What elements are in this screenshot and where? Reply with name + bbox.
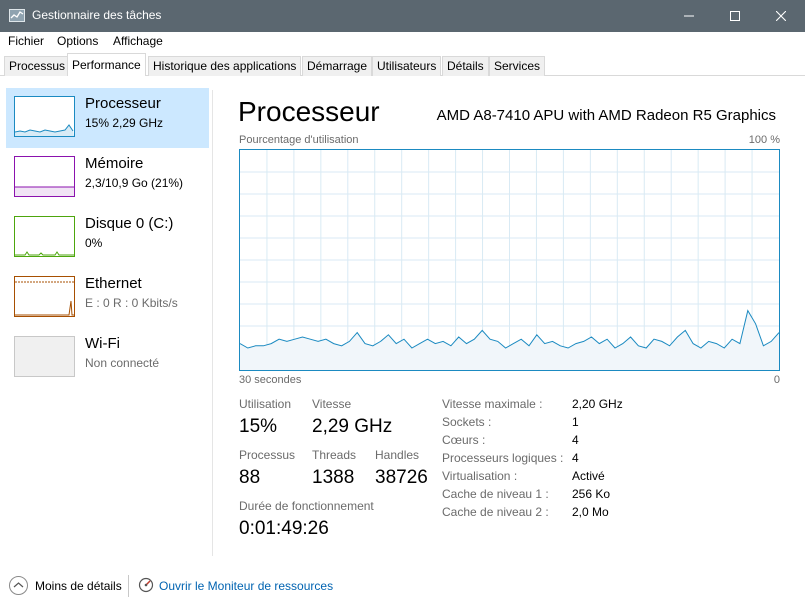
graph-max-label: 100 %	[748, 134, 780, 146]
handles-label: Handles	[375, 448, 420, 462]
detail-value: 256 Ko	[572, 487, 611, 501]
uptime-label: Durée de fonctionnement	[239, 499, 374, 513]
menu-affichage[interactable]: Affichage	[113, 34, 163, 48]
resource-monitor-link[interactable]: Ouvrir le Moniteur de ressources	[159, 579, 333, 593]
threads-label: Threads	[312, 448, 357, 462]
handles-value: 38726	[375, 467, 428, 488]
minimize-button[interactable]	[666, 0, 712, 32]
detail-label: Virtualisation :	[442, 469, 518, 483]
sidebar-item-value: E : 0 R : 0 Kbits/s	[85, 296, 178, 310]
sidebar-item-wifi[interactable]: Wi-Fi Non connecté	[6, 328, 209, 388]
sidebar-item-label: Wi-Fi	[85, 335, 120, 352]
cpu-model: AMD A8-7410 APU with AMD Radeon R5 Graph…	[436, 107, 776, 124]
graph-title: Pourcentage d'utilisation	[239, 134, 359, 146]
tab-details[interactable]: Détails	[442, 56, 489, 76]
detail-value: 4	[572, 433, 579, 447]
menu-fichier[interactable]: Fichier	[8, 34, 44, 48]
threads-value: 1388	[312, 467, 355, 488]
less-details-button[interactable]: Moins de détails	[35, 579, 122, 593]
ethernet-thumbnail-graph	[14, 276, 75, 317]
sidebar-item-value: 15% 2,29 GHz	[85, 116, 164, 130]
detail-value: 2,0 Mo	[572, 505, 609, 519]
detail-label: Cœurs :	[442, 433, 486, 447]
tab-processus[interactable]: Processus	[4, 56, 71, 76]
sidebar-item-value: Non connecté	[85, 356, 160, 370]
sidebar-item-value: 0%	[85, 236, 103, 250]
sidebar-item-memoire[interactable]: Mémoire 2,3/10,9 Go (21%)	[6, 148, 209, 208]
processus-label: Processus	[239, 448, 296, 462]
menu-options[interactable]: Options	[57, 34, 98, 48]
disk-thumbnail-graph	[14, 216, 75, 257]
vitesse-value: 2,29 GHz	[312, 416, 393, 437]
sidebar-item-label: Mémoire	[85, 155, 144, 172]
detail-value: Activé	[572, 469, 605, 483]
detail-value: 1	[572, 415, 579, 429]
memory-thumbnail-graph	[14, 156, 75, 197]
detail-value: 4	[572, 451, 579, 465]
title-bar: Gestionnaire des tâches	[0, 0, 805, 32]
resource-monitor-icon	[138, 577, 154, 593]
cpu-usage-svg	[239, 150, 780, 370]
sidebar-item-ethernet[interactable]: Ethernet E : 0 R : 0 Kbits/s	[6, 268, 209, 328]
cpu-thumbnail-graph	[14, 96, 75, 137]
sidebar-item-label: Ethernet	[85, 275, 142, 292]
window-title: Gestionnaire des tâches	[32, 8, 162, 22]
utilisation-label: Utilisation	[239, 397, 292, 411]
tab-demarrage[interactable]: Démarrage	[302, 56, 373, 76]
tab-utilisateurs[interactable]: Utilisateurs	[372, 56, 442, 76]
sidebar-divider	[212, 90, 213, 556]
tab-performance[interactable]: Performance	[67, 53, 146, 77]
tab-historique[interactable]: Historique des applications	[148, 56, 302, 76]
task-manager-icon	[9, 9, 25, 22]
uptime-value: 0:01:49:26	[239, 518, 329, 539]
detail-label: Vitesse maximale :	[442, 397, 543, 411]
x-axis-right-label: 0	[773, 374, 780, 386]
processus-value: 88	[239, 467, 261, 488]
sidebar-item-value: 2,3/10,9 Go (21%)	[85, 176, 184, 190]
detail-value: 2,20 GHz	[572, 397, 623, 411]
menu-bar: Fichier Options Affichage	[0, 32, 805, 52]
page-title: Processeur	[238, 96, 380, 127]
cpu-usage-graph	[239, 149, 780, 371]
footer-bar: Moins de détails Ouvrir le Moniteur de r…	[0, 566, 805, 610]
tab-bar: Processus Performance Historique des app…	[0, 52, 805, 77]
sidebar-item-processeur[interactable]: Processeur 15% 2,29 GHz	[6, 88, 209, 148]
wifi-thumbnail-graph	[14, 336, 75, 377]
detail-label: Processeurs logiques :	[442, 451, 564, 465]
footer-divider	[128, 575, 129, 597]
x-axis-left-label: 30 secondes	[239, 374, 302, 386]
utilisation-value: 15%	[239, 416, 278, 437]
sidebar-item-disque[interactable]: Disque 0 (C:) 0%	[6, 208, 209, 268]
close-button[interactable]	[758, 0, 804, 32]
sidebar-item-label: Processeur	[85, 95, 161, 112]
detail-label: Cache de niveau 2 :	[442, 505, 549, 519]
tab-services[interactable]: Services	[489, 56, 546, 76]
sidebar-item-label: Disque 0 (C:)	[85, 215, 174, 232]
maximize-button[interactable]	[712, 0, 758, 32]
chevron-up-icon[interactable]	[9, 576, 28, 595]
vitesse-label: Vitesse	[312, 397, 352, 411]
detail-label: Sockets :	[442, 415, 492, 429]
detail-label: Cache de niveau 1 :	[442, 487, 549, 501]
